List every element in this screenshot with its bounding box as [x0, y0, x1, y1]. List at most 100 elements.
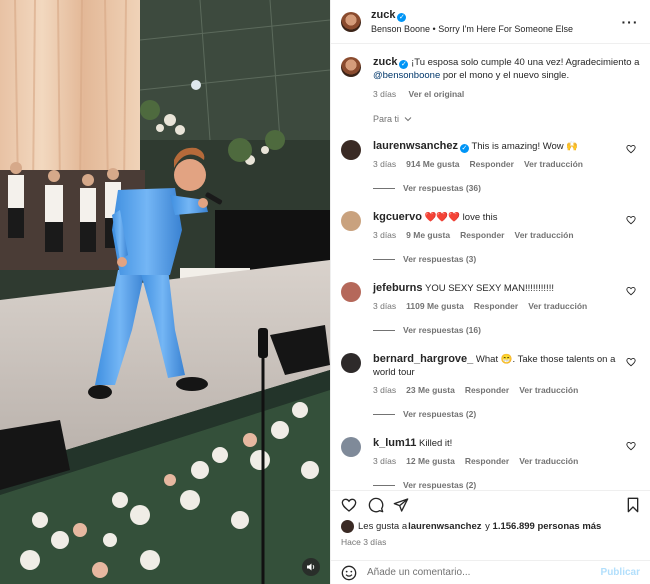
verified-badge-icon: ✓	[397, 13, 407, 22]
comment-row: bernard_hargrove_ What 😁. Take those tal…	[341, 353, 640, 397]
comment-time[interactable]: 3 días	[373, 456, 396, 466]
emoji-icon[interactable]	[341, 565, 357, 581]
view-replies-button[interactable]: Ver respuestas (2)	[373, 480, 640, 490]
caption-username[interactable]: zuck	[373, 56, 397, 68]
see-original-button[interactable]: Ver el original	[409, 89, 465, 99]
like-heart-icon[interactable]	[341, 497, 357, 513]
comment-text: Killed it!	[416, 438, 453, 449]
commenter-avatar[interactable]	[341, 437, 361, 457]
speaker-icon	[307, 563, 315, 571]
comments-list: laurenwsanchez ✓ This is amazing! Wow 🙌 3 …	[341, 140, 640, 490]
post-timestamp[interactable]: Hace 3 días	[341, 537, 386, 547]
reply-button[interactable]: Responder	[465, 385, 509, 395]
replies-divider-line	[373, 413, 395, 415]
replies-divider-line	[373, 329, 395, 331]
liker-username[interactable]: laurenwsanchez	[408, 521, 481, 532]
comment-time[interactable]: 3 días	[373, 301, 396, 311]
caption-avatar[interactable]	[341, 57, 361, 77]
comment-time[interactable]: 3 días	[373, 159, 396, 169]
comment-meta: 3 días 12 Me gusta Responder Ver traducción	[373, 455, 616, 468]
liker-avatar[interactable]	[341, 520, 354, 533]
reply-button[interactable]: Responder	[460, 230, 504, 240]
post-panel: zuck ✓ Benson Boone • Sorry I'm Here For …	[330, 0, 650, 584]
commenter-username[interactable]: k_lum11	[373, 437, 416, 449]
comment-likes-count[interactable]: 914 Me gusta	[406, 159, 459, 169]
comment-row: laurenwsanchez ✓ This is amazing! Wow 🙌 3 …	[341, 140, 640, 171]
post-media-video[interactable]	[0, 0, 330, 584]
comment-input[interactable]	[367, 567, 601, 578]
reply-button[interactable]: Responder	[465, 456, 509, 466]
comment-likes-count[interactable]: 12 Me gusta	[406, 456, 455, 466]
commenter-avatar[interactable]	[341, 353, 361, 373]
comment-row: kgcuervo ❤️❤️❤️ love this 3 días 9 Me gust…	[341, 211, 640, 242]
more-options-icon[interactable]: ···	[620, 14, 640, 30]
comment-row: jefeburns YOU SEXY SEXY MAN!!!!!!!!!!! 3 …	[341, 282, 640, 313]
commenter-avatar[interactable]	[341, 282, 361, 302]
commenter-username[interactable]: bernard_hargrove_	[373, 353, 473, 365]
author-username[interactable]: zuck	[371, 9, 395, 21]
comment-item: jefeburns YOU SEXY SEXY MAN!!!!!!!!!!! 3 …	[341, 282, 640, 335]
caption-text-part-1: ¡Tu esposa solo cumple 40 una vez! Agrad…	[408, 57, 640, 68]
comment-like-heart-icon[interactable]	[626, 286, 636, 296]
commenter-username[interactable]: jefeburns	[373, 282, 423, 294]
reply-button[interactable]: Responder	[474, 301, 518, 311]
commenter-username[interactable]: laurenwsanchez	[373, 140, 458, 152]
commenter-avatar[interactable]	[341, 140, 361, 160]
comment-body: kgcuervo ❤️❤️❤️ love this 3 días 9 Me gust…	[373, 211, 640, 242]
likes-prefix: Les gusta a	[358, 521, 408, 532]
performance-photo	[0, 0, 330, 584]
comment-meta: 3 días 9 Me gusta Responder Ver traducción	[373, 229, 616, 242]
comment-likes-count[interactable]: 23 Me gusta	[406, 385, 455, 395]
comment-body: laurenwsanchez ✓ This is amazing! Wow 🙌 3 …	[373, 140, 640, 171]
chevron-down-icon	[404, 117, 411, 122]
comment-likes-count[interactable]: 9 Me gusta	[406, 230, 450, 240]
likes-summary: Les gusta a laurenwsanchez y 1.156.899 p…	[341, 520, 640, 533]
caption-mention-link[interactable]: @bensonboone	[373, 70, 440, 81]
share-paper-plane-icon[interactable]	[393, 497, 409, 513]
comment-likes-count[interactable]: 1109 Me gusta	[406, 301, 464, 311]
comments-scroll-area[interactable]: zuck ✓ ¡Tu esposa solo cumple 40 una vez!…	[331, 44, 650, 490]
comment-item: kgcuervo ❤️❤️❤️ love this 3 días 9 Me gust…	[341, 211, 640, 264]
commenter-username[interactable]: kgcuervo	[373, 211, 422, 223]
replies-divider-line	[373, 187, 395, 189]
comment-item: bernard_hargrove_ What 😁. Take those tal…	[341, 353, 640, 419]
comment-text: This is amazing! Wow 🙌	[468, 141, 579, 152]
reply-button[interactable]: Responder	[470, 159, 514, 169]
comment-meta: 3 días 914 Me gusta Responder Ver traducció…	[373, 158, 616, 171]
add-comment-bar: Publicar	[331, 560, 650, 584]
save-bookmark-icon[interactable]	[625, 497, 641, 513]
see-translation-button[interactable]: Ver traducción	[524, 159, 583, 169]
view-replies-label: Ver respuestas (2)	[403, 480, 477, 490]
caption-time[interactable]: 3 días	[373, 89, 396, 99]
see-translation-button[interactable]: Ver traducción	[528, 301, 587, 311]
post-header: zuck ✓ Benson Boone • Sorry I'm Here For …	[331, 0, 650, 44]
comment-time[interactable]: 3 días	[373, 385, 396, 395]
audio-mute-button[interactable]	[302, 558, 320, 576]
author-avatar[interactable]	[341, 11, 361, 32]
view-replies-button[interactable]: Ver respuestas (2)	[373, 409, 640, 419]
comment-item: laurenwsanchez ✓ This is amazing! Wow 🙌 3 …	[341, 140, 640, 193]
see-translation-button[interactable]: Ver traducción	[519, 456, 578, 466]
replies-divider-line	[373, 484, 395, 486]
commenter-avatar[interactable]	[341, 211, 361, 231]
comment-text: ❤️❤️❤️ love this	[421, 212, 498, 223]
comment-like-heart-icon[interactable]	[626, 441, 636, 451]
comment-like-heart-icon[interactable]	[626, 144, 636, 154]
see-translation-button[interactable]: Ver traducción	[519, 385, 578, 395]
comment-time[interactable]: 3 días	[373, 230, 396, 240]
audio-attribution[interactable]: Benson Boone • Sorry I'm Here For Someon…	[371, 22, 620, 36]
see-translation-button[interactable]: Ver traducción	[515, 230, 574, 240]
comment-like-heart-icon[interactable]	[626, 215, 636, 225]
likes-count[interactable]: 1.156.899 personas más	[493, 521, 602, 532]
view-replies-button[interactable]: Ver respuestas (3)	[373, 254, 640, 264]
comment-sort-dropdown[interactable]: Para ti	[373, 114, 640, 124]
view-replies-button[interactable]: Ver respuestas (36)	[373, 183, 640, 193]
publish-button[interactable]: Publicar	[601, 567, 640, 578]
comment-like-heart-icon[interactable]	[626, 357, 636, 367]
view-replies-label: Ver respuestas (16)	[403, 325, 481, 335]
comment-bubble-icon[interactable]	[368, 497, 384, 513]
comment-row: k_lum11 Killed it! 3 días 12 Me gusta Respo…	[341, 437, 640, 468]
comment-item: k_lum11 Killed it! 3 días 12 Me gusta Respo…	[341, 437, 640, 490]
action-bar	[331, 490, 650, 516]
view-replies-button[interactable]: Ver respuestas (16)	[373, 325, 640, 335]
